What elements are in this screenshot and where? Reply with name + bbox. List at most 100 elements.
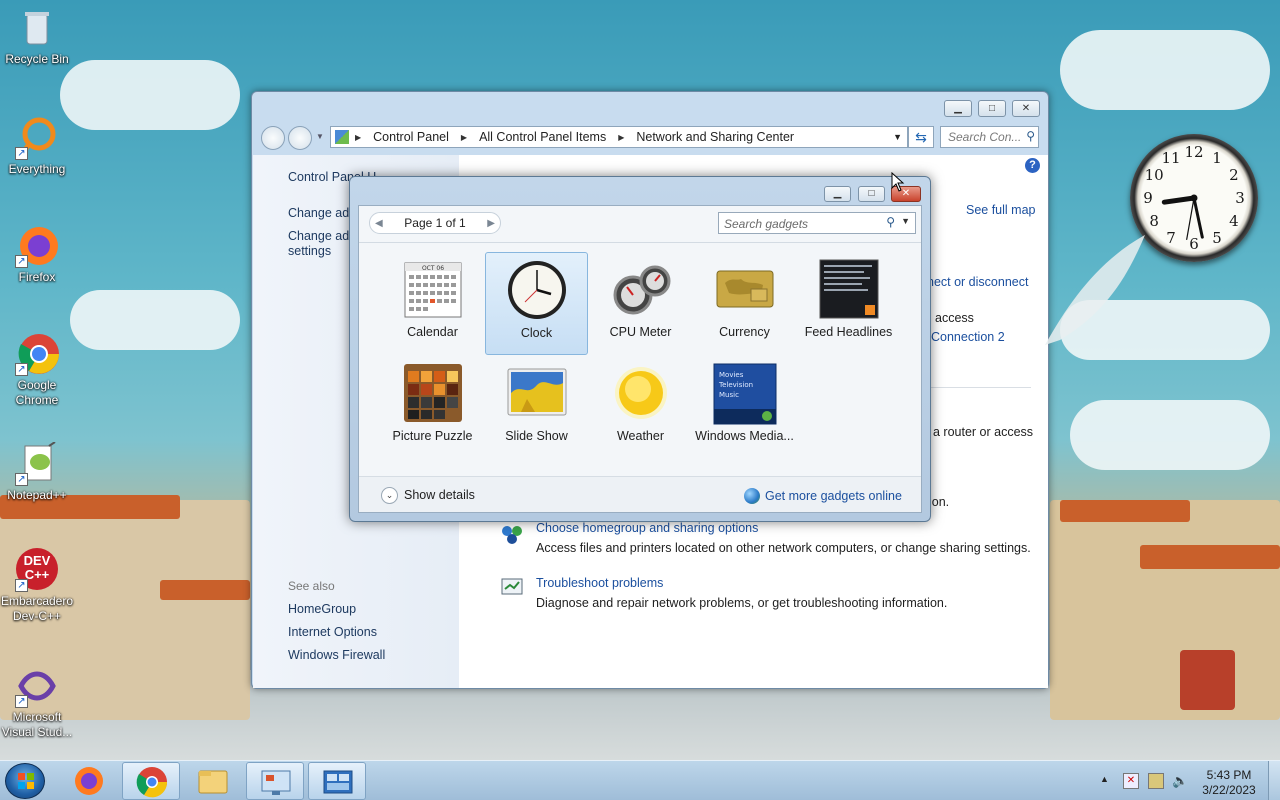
get-more-gadgets-link[interactable]: Get more gadgets online	[765, 489, 902, 503]
choose-homegroup-link[interactable]: Choose homegroup and sharing options	[536, 521, 758, 535]
taskbar-gadgets-button[interactable]	[308, 762, 366, 800]
troubleshoot-problems-link[interactable]: Troubleshoot problems	[536, 576, 663, 590]
previous-page-icon[interactable]: ◀	[375, 218, 383, 229]
desktop-icon-label: Everything	[8, 162, 66, 176]
address-dropdown-icon[interactable]: ▼	[893, 132, 902, 142]
desktop-icon-label: Firefox	[18, 270, 56, 284]
taskbar-explorer-button[interactable]	[184, 762, 242, 800]
connection-link[interactable]: Connection 2	[931, 330, 1005, 344]
see-full-map-link[interactable]: See full map	[966, 203, 1035, 217]
gadget-tile-cpu-meter[interactable]: CPU Meter	[589, 252, 692, 355]
devcpp-icon: DEV C++ ↗	[15, 548, 59, 592]
taskbar-chrome-button[interactable]	[122, 762, 180, 800]
everything-icon: ↗	[15, 116, 59, 160]
gadget-label: CPU Meter	[609, 325, 672, 339]
gadget-tile-feed-headlines[interactable]: Feed Headlines	[797, 252, 900, 355]
clock-numeral: 3	[1235, 189, 1245, 207]
setup-router-text: a router or access	[933, 425, 1034, 439]
back-button[interactable]	[261, 126, 285, 150]
maximize-button[interactable]: □	[978, 100, 1006, 117]
homegroup-link[interactable]: HomeGroup	[288, 602, 356, 616]
clock-numeral: 10	[1145, 166, 1164, 184]
taskbar-firefox-button[interactable]	[60, 762, 118, 800]
system-clock[interactable]: 5:43 PM 3/22/2023	[1196, 768, 1262, 798]
taskbar: ▲ ✕ 🔈 5:43 PM 3/22/2023	[0, 760, 1280, 800]
shortcut-arrow-icon: ↗	[15, 473, 28, 486]
desktop-icon-everything[interactable]: ↗ Everything	[0, 116, 74, 177]
gadget-tile-clock[interactable]: Clock	[485, 252, 588, 355]
gadget-label: Currency	[719, 325, 770, 339]
cpu-meter-icon	[611, 259, 671, 319]
action-center-icon[interactable]: ✕	[1123, 773, 1139, 789]
clock-numeral: 2	[1229, 166, 1239, 184]
address-bar[interactable]: ▶ Control Panel ▶ All Control Panel Item…	[330, 126, 908, 148]
connect-disconnect-link[interactable]: nect or disconnect	[927, 275, 1028, 289]
troubleshoot-icon	[501, 577, 523, 597]
gadget-tile-windows-media[interactable]: Movies Television Music Windows Media...	[693, 356, 796, 459]
show-hidden-icons-button[interactable]: ▲	[1100, 774, 1109, 784]
breadcrumb-item[interactable]: All Control Panel Items	[473, 130, 612, 144]
clock-numeral: 4	[1229, 212, 1239, 230]
gadget-tile-calendar[interactable]: OCT 06 Calendar	[381, 252, 484, 355]
gadget-tile-slide-show[interactable]: Slide Show	[485, 356, 588, 459]
volume-icon[interactable]: 🔈	[1172, 773, 1188, 789]
desktop-icon-notepadpp[interactable]: ↗ Notepad++	[0, 441, 74, 503]
gadget-tile-weather[interactable]: Weather	[589, 356, 692, 459]
visual-studio-icon: ↗	[15, 664, 59, 708]
gadgets-minimize-button[interactable]: ▁	[824, 186, 851, 202]
gadget-tile-picture-puzzle[interactable]: Picture Puzzle	[381, 356, 484, 459]
recent-pages-chevron-icon[interactable]: ▼	[316, 132, 324, 141]
close-button[interactable]: ✕	[1012, 100, 1040, 117]
gadget-tile-currency[interactable]: Currency	[693, 252, 796, 355]
refresh-button[interactable]: ⇆	[908, 126, 934, 148]
clock-numeral: 6	[1189, 235, 1199, 253]
hour-hand	[1161, 195, 1197, 205]
gadget-label: Slide Show	[505, 429, 568, 443]
search-dropdown-icon[interactable]: ▼	[901, 216, 910, 226]
gadgets-maximize-button[interactable]: □	[858, 186, 885, 202]
help-icon[interactable]: ?	[1025, 158, 1040, 173]
gadgets-gallery-window[interactable]: ▁ □ ✕ ◀ Page 1 of 1 ▶ Search gadgets ⚲ ▼…	[349, 176, 931, 522]
desktop-icon-firefox[interactable]: ↗ Firefox	[0, 224, 74, 285]
internet-options-link[interactable]: Internet Options	[288, 625, 377, 639]
search-icon: ⚲	[886, 215, 895, 229]
separator	[929, 387, 1031, 388]
windows-logo-icon	[18, 773, 34, 789]
slide-show-icon	[507, 363, 567, 423]
desktop-icon-label: Microsoft Visual Stud...	[1, 710, 73, 739]
show-details-button[interactable]: Show details	[404, 488, 475, 502]
next-page-icon[interactable]: ▶	[487, 218, 495, 229]
desktop-icon-chrome[interactable]: ↗ Google Chrome	[0, 332, 74, 408]
start-button[interactable]	[5, 763, 45, 799]
firefox-icon: ↗	[15, 224, 59, 268]
network-icon[interactable]	[1148, 773, 1164, 789]
shortcut-arrow-icon: ↗	[15, 695, 28, 708]
chrome-icon	[136, 767, 168, 798]
clock-numeral: 1	[1212, 149, 1222, 167]
desktop-icon-visual-studio[interactable]: ↗ Microsoft Visual Stud...	[0, 664, 74, 740]
picture-puzzle-icon	[403, 363, 463, 423]
windows-media-center-icon: Movies Television Music	[713, 363, 776, 425]
search-icon: ⚲	[1026, 129, 1035, 143]
desktop-icon-recycle-bin[interactable]: Recycle Bin	[0, 6, 74, 67]
page-navigator: ◀ Page 1 of 1 ▶	[369, 212, 501, 234]
control-panel-icon	[335, 130, 349, 144]
desktop-icon-devcpp[interactable]: DEV C++ ↗ Embarcadero Dev-C++	[0, 548, 74, 624]
feather-decoration	[1045, 235, 1145, 345]
change-advanced-sharing-link-line2[interactable]: settings	[288, 244, 331, 258]
breadcrumb-item[interactable]: Control Panel	[367, 130, 455, 144]
currency-icon	[715, 259, 775, 319]
show-desktop-button[interactable]	[1268, 761, 1280, 800]
show-details-chevron-icon[interactable]: ⌄	[381, 487, 398, 504]
breadcrumb-item[interactable]: Network and Sharing Center	[630, 130, 800, 144]
search-gadgets-input[interactable]: Search gadgets ⚲ ▼	[718, 212, 916, 234]
minimize-button[interactable]: ▁	[944, 100, 972, 117]
chrome-icon: ↗	[15, 332, 59, 376]
taskbar-control-panel-button[interactable]	[246, 762, 304, 800]
clock-numeral: 5	[1212, 229, 1222, 247]
forward-button[interactable]	[288, 126, 312, 150]
control-panel-search-input[interactable]: Search Con... ⚲	[940, 126, 1039, 148]
calendar-icon: OCT 06	[403, 259, 463, 319]
windows-firewall-link[interactable]: Windows Firewall	[288, 648, 385, 662]
troubleshoot-description: Diagnose and repair network problems, or…	[536, 596, 948, 610]
